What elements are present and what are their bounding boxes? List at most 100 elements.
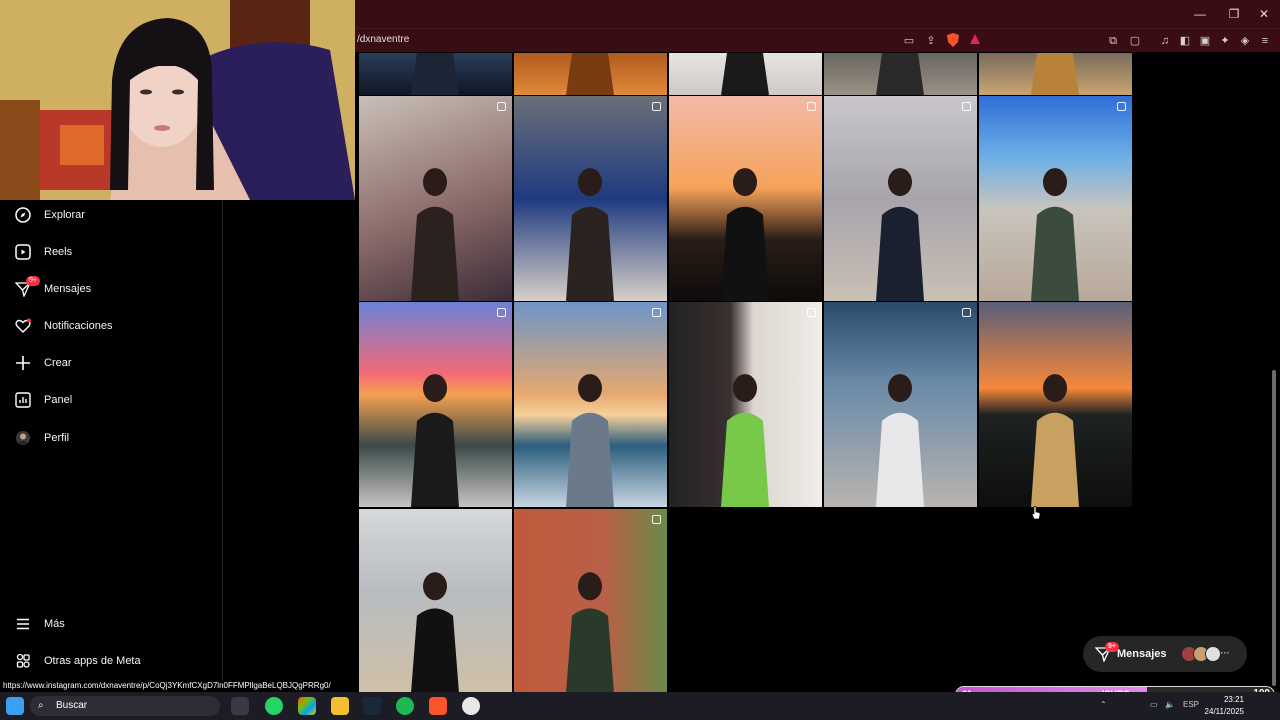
- post-thumbnail[interactable]: [359, 53, 512, 95]
- person-head: [423, 374, 447, 403]
- messages-pill-label: Mensajes: [1117, 648, 1167, 660]
- post-photo: [411, 168, 459, 301]
- sidebar-item-panel[interactable]: Panel: [14, 386, 72, 414]
- sidebar-icon[interactable]: ◧: [1177, 33, 1193, 49]
- person-head: [578, 168, 602, 197]
- person-body: [1031, 412, 1079, 507]
- language-indicator[interactable]: ESP: [1183, 700, 1199, 709]
- person-head: [888, 168, 912, 197]
- person-head: [423, 572, 447, 601]
- brave-shield-icon[interactable]: [945, 33, 961, 49]
- heart-icon: [14, 317, 32, 335]
- maximize-button[interactable]: ❐: [1219, 4, 1249, 24]
- sidebar-item-notificaciones[interactable]: Notificaciones: [14, 312, 112, 340]
- carousel-icon: [652, 102, 661, 111]
- cast-icon[interactable]: ▭: [901, 33, 917, 49]
- url-text[interactable]: /dxnaventre: [357, 34, 409, 45]
- notification-badge: 9+: [26, 276, 40, 286]
- volume-icon[interactable]: 🔈: [1165, 700, 1175, 709]
- post-photo: [411, 572, 459, 693]
- compass-icon: [14, 206, 32, 224]
- minimize-button[interactable]: —: [1185, 4, 1215, 24]
- tray-chevron-icon[interactable]: ⌃: [1100, 700, 1107, 709]
- person-body: [411, 53, 459, 95]
- sidebar-item-reels[interactable]: Reels: [14, 238, 72, 266]
- steam-icon[interactable]: [363, 697, 381, 715]
- windows-taskbar: ⌕ Buscar ⌃ ▭ 🔈 ESP 23:21 24/11/2025: [0, 692, 1280, 720]
- extensions-icon[interactable]: ⧉: [1105, 33, 1121, 49]
- notification-badge: 9+: [1105, 642, 1119, 652]
- post-thumbnail[interactable]: [669, 302, 822, 507]
- leo-icon[interactable]: ✦: [1217, 33, 1233, 49]
- post-thumbnail[interactable]: [514, 302, 667, 507]
- sidebar-item-crear[interactable]: Crear: [14, 349, 72, 377]
- post-photo: [1031, 374, 1079, 507]
- file-explorer-icon[interactable]: [331, 697, 349, 715]
- page-scrollbar[interactable]: [1271, 52, 1277, 692]
- person-head: [578, 572, 602, 601]
- network-icon[interactable]: ▭: [1150, 700, 1158, 709]
- windows-start-icon[interactable]: [6, 697, 24, 715]
- post-thumbnail[interactable]: [514, 96, 667, 301]
- sidebar-item-label: Mensajes: [44, 283, 92, 295]
- post-photo: [721, 374, 769, 507]
- post-thumbnail[interactable]: [979, 302, 1132, 507]
- spotify-icon[interactable]: [396, 697, 414, 715]
- post-thumbnail[interactable]: [979, 96, 1132, 301]
- plus-icon: [14, 354, 32, 372]
- more-icon: ···: [1220, 648, 1230, 658]
- post-thumbnail[interactable]: [669, 53, 822, 95]
- person-body: [411, 206, 459, 301]
- address-bar[interactable]: /dxnaventre ▭ ⇪ ⧉ ▢ ♫ ◧ ▣ ✦ ◈ ≡: [355, 28, 1280, 52]
- post-thumbnail[interactable]: [669, 96, 822, 301]
- brave-rewards-icon[interactable]: [967, 33, 983, 49]
- sidebar-item-mas[interactable]: Más: [14, 610, 65, 638]
- sidebar-item-otras-apps[interactable]: Otras apps de Meta: [14, 647, 141, 675]
- post-thumbnail[interactable]: [359, 302, 512, 507]
- post-photo: [566, 374, 614, 507]
- brave-icon[interactable]: [429, 697, 447, 715]
- post-photo: [721, 168, 769, 301]
- post-thumbnail[interactable]: [359, 509, 512, 693]
- person-head: [423, 168, 447, 197]
- post-photo: [876, 53, 924, 95]
- browser-menu-icon[interactable]: ≡: [1257, 33, 1273, 49]
- post-photo: [1031, 53, 1079, 95]
- vpn-icon[interactable]: ◈: [1237, 33, 1253, 49]
- post-thumbnail[interactable]: [824, 53, 977, 95]
- post-photo: [411, 53, 459, 95]
- clock-date: 24/11/2025: [1204, 707, 1244, 716]
- sidebar-item-label: Explorar: [44, 209, 85, 221]
- messages-pill[interactable]: 9+ Mensajes ···: [1083, 636, 1247, 672]
- task-view-icon[interactable]: [231, 697, 249, 715]
- post-thumbnail[interactable]: [824, 302, 977, 507]
- person-body: [1031, 53, 1079, 95]
- post-thumbnail[interactable]: [979, 53, 1132, 95]
- post-thumbnail[interactable]: [824, 96, 977, 301]
- obs-icon[interactable]: [462, 697, 480, 715]
- media-icon[interactable]: ♫: [1157, 33, 1173, 49]
- carousel-icon: [962, 102, 971, 111]
- tab-search-icon[interactable]: ▢: [1127, 33, 1143, 49]
- copilot-icon[interactable]: [298, 697, 316, 715]
- share-icon[interactable]: ⇪: [923, 33, 939, 49]
- wallet-icon[interactable]: ▣: [1197, 33, 1213, 49]
- taskbar-clock[interactable]: 23:21 24/11/2025: [1205, 694, 1244, 718]
- close-window-button[interactable]: ✕: [1249, 4, 1279, 24]
- carousel-icon: [652, 308, 661, 317]
- link-status-url: https://www.instagram.com/dxnaventre/p/C…: [0, 681, 334, 692]
- sidebar-item-label: Notificaciones: [44, 320, 113, 332]
- person-head: [733, 374, 757, 403]
- sidebar-item-mensajes[interactable]: 9+ Mensajes: [14, 275, 91, 303]
- taskbar-search[interactable]: ⌕ Buscar: [30, 696, 220, 716]
- post-thumbnail[interactable]: [359, 96, 512, 301]
- sidebar-item-label: Crear: [44, 357, 72, 369]
- sidebar-item-explorar[interactable]: Explorar: [14, 201, 85, 229]
- person-body: [876, 412, 924, 507]
- post-thumbnail[interactable]: [514, 509, 667, 693]
- sidebar-item-perfil[interactable]: Perfil: [14, 424, 69, 452]
- whatsapp-icon[interactable]: [265, 697, 283, 715]
- scrollbar-thumb[interactable]: [1272, 370, 1276, 686]
- post-thumbnail[interactable]: [514, 53, 667, 95]
- sidebar-item-label: Perfil: [44, 432, 70, 444]
